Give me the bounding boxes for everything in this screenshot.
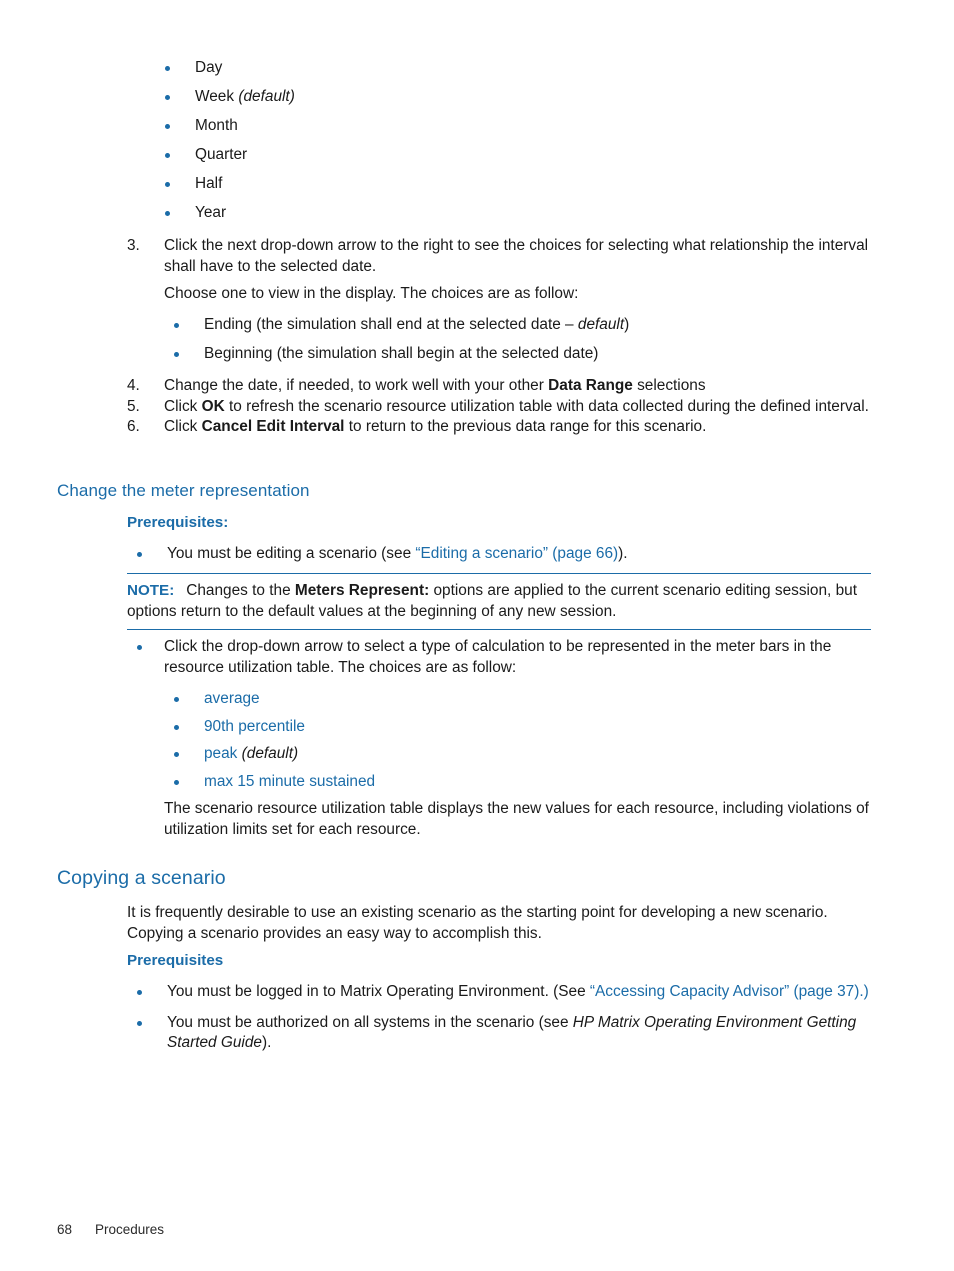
step-item: 4. Change the date, if needed, to work w… [127,376,877,397]
meter-result-text: The scenario resource utilization table … [164,800,869,838]
list-item: max 15 minute sustained [164,772,875,793]
prereq-text-pre: You must be editing a scenario (see [167,545,416,562]
list-item: peak (default) [164,744,875,765]
step-item: 3. Click the next drop-down arrow to the… [127,236,872,277]
list-item: Half [155,174,855,195]
step-text-bold: Data Range [548,377,633,394]
choice-note: (default) [241,745,299,762]
step-item: 5. Click OK to refresh the scenario reso… [127,397,877,418]
note-box: NOTE: Changes to the Meters Represent: op… [127,573,871,630]
choice-label: peak [204,745,238,762]
choice-label: average [204,690,260,707]
step-text-bold: OK [201,397,225,415]
step-text-post: to return to the previous data range for… [344,418,707,436]
prereq-text-post: ). [618,545,628,562]
item-label: Month [195,117,238,134]
note-text-bold: Meters Represent: [294,582,430,599]
list-item: You must be logged in to Matrix Operatin… [127,982,875,1003]
copying-scenario-intro: It is frequently desirable to use an exi… [127,904,828,942]
step-text-post: to refresh the scenario resource utiliza… [224,397,869,415]
instruction-text: Click the drop-down arrow to select a ty… [164,638,832,676]
step-text: Click the next drop-down arrow to the ri… [164,237,869,275]
interval-choices-list: Day Week (default) Month Quarter Half Ye… [155,58,855,232]
note-label: NOTE: [127,582,175,599]
step-text-post: selections [632,377,706,394]
prereq-text-post: ). [261,1034,272,1051]
step-text: Click OK to refresh the scenario resourc… [164,398,869,415]
choice-text: Beginning (the simulation shall begin at… [204,344,599,362]
list-item: Month [155,116,855,137]
prerequisites-heading: Prerequisites: [127,514,229,531]
list-item: You must be authorized on all systems in… [127,1013,875,1054]
note-content: NOTE: Changes to the Meters Represent: op… [127,581,871,622]
choice-default: default [577,315,625,333]
step-text-pre: Click [164,418,202,436]
footer-page-number: 68 [57,1222,73,1237]
step-3: 3. Click the next drop-down arrow to the… [127,236,872,373]
item-label: Day [195,59,223,76]
choice-text: Ending (the simulation shall end at the … [204,315,578,333]
step-text: Change the date, if needed, to work well… [164,377,706,394]
list-item: Click the drop-down arrow to select a ty… [127,637,875,678]
item-label: Quarter [195,146,248,163]
item-label: Year [195,204,227,221]
page-footer: 68 Procedures [57,1222,164,1237]
bullet-list: Click the drop-down arrow to select a ty… [127,637,875,678]
section-heading-change-meter: Change the meter representation [57,481,310,500]
steps-4-to-6: 4. Change the date, if needed, to work w… [127,376,877,438]
list-item: Day [155,58,855,79]
section-heading-copying-scenario: Copying a scenario [57,867,226,889]
numbered-steps: 4. Change the date, if needed, to work w… [127,376,877,438]
numbered-steps: 3. Click the next drop-down arrow to the… [127,236,872,277]
prereq-text-post: .) [859,983,869,1000]
list-item: average [164,689,875,710]
list-item: Week (default) [155,87,855,108]
step-text: Click Cancel Edit Interval to return to … [164,418,706,435]
footer-chapter-title: Procedures [95,1222,165,1237]
prerequisites-list-change-meter: You must be editing a scenario (see “Edi… [127,544,872,573]
list-item: Beginning (the simulation shall begin at… [164,344,872,365]
prereq-text-pre: You must be logged in to Matrix Operatin… [167,983,590,1000]
choice-label: max 15 minute sustained [204,772,376,790]
list-item: Ending (the simulation shall end at the … [164,315,872,336]
step-3-follow-on: Choose one to view in the display. The c… [164,285,579,303]
step-text-bold: Cancel Edit Interval [201,418,345,436]
note-text-pre: Changes to the [186,582,295,599]
list-item: You must be editing a scenario (see “Edi… [127,544,872,565]
list-item: Year [155,203,855,224]
calculation-choices-list: average 90th percentile peak (default) m… [127,689,875,792]
item-label: Half [195,175,223,192]
step-number: 3. [127,237,140,254]
choice-label: 90th percentile [204,717,305,735]
bullet-list: You must be editing a scenario (see “Edi… [127,544,872,565]
step-3-choices: Ending (the simulation shall end at the … [127,315,872,365]
cross-reference-link-editing-a-scenario[interactable]: “Editing a scenario” (page 66) [415,545,618,562]
item-note: (default) [238,88,295,105]
list-item: 90th percentile [164,717,875,738]
step-number: 4. [127,377,140,394]
document-page: Day Week (default) Month Quarter Half Ye… [0,0,954,1271]
prerequisites-list-copying: You must be logged in to Matrix Operatin… [127,982,875,1062]
prerequisites-heading-copying: Prerequisites [127,952,224,969]
meter-instruction-block: Click the drop-down arrow to select a ty… [127,637,875,840]
choice-suffix: ) [624,315,630,333]
item-label: Week [195,88,235,105]
step-text-pre: Click [164,397,202,415]
step-number: 6. [127,418,140,436]
prereq-text-pre: You must be authorized on all systems in… [167,1013,573,1031]
bullet-list: Day Week (default) Month Quarter Half Ye… [155,58,855,224]
step-text-pre: Change the date, if needed, to work well… [164,377,549,394]
list-item: Quarter [155,145,855,166]
cross-reference-link-accessing-capacity-advisor[interactable]: “Accessing Capacity Advisor” (page 37) [590,983,859,1000]
step-number: 5. [127,397,140,415]
step-item: 6. Click Cancel Edit Interval to return … [127,417,877,438]
bullet-list: You must be logged in to Matrix Operatin… [127,982,875,1054]
